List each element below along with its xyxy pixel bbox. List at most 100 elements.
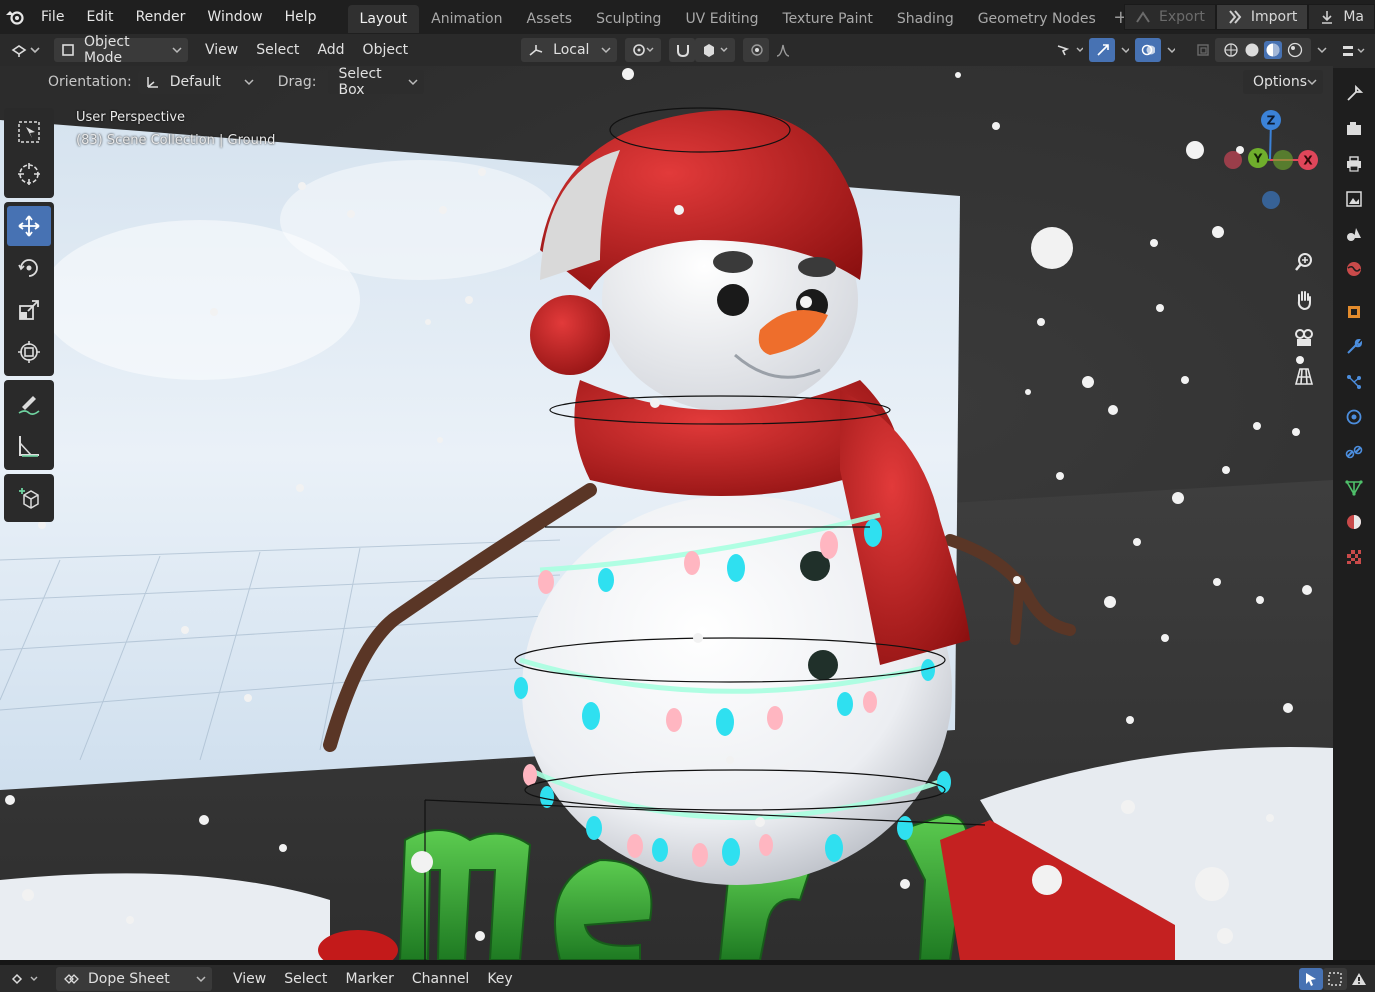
left-toolbar <box>4 108 54 526</box>
chevron-down-icon <box>244 79 254 86</box>
warning-icon <box>1352 972 1366 985</box>
tab-particles[interactable] <box>1333 364 1375 399</box>
tab-layout[interactable]: Layout <box>347 4 420 33</box>
menu-view[interactable]: View <box>196 38 247 62</box>
tab-physics[interactable] <box>1333 399 1375 434</box>
tab-shading[interactable]: Shading <box>885 5 966 33</box>
select-box-tool[interactable] <box>7 112 51 152</box>
orientation-label: Orientation: <box>48 74 132 90</box>
zoom-button[interactable] <box>1288 246 1320 278</box>
pivot-point-button[interactable] <box>625 38 662 62</box>
tab-texture-paint[interactable]: Texture Paint <box>770 5 884 33</box>
object-icon <box>1348 305 1360 318</box>
selectability-button[interactable] <box>1049 38 1089 62</box>
menu-select[interactable]: Select <box>247 38 308 62</box>
tab-assets[interactable]: Assets <box>515 5 585 33</box>
camera-view-button[interactable] <box>1288 322 1320 354</box>
rendered-shading-icon[interactable] <box>1287 42 1303 58</box>
chevron-down-icon <box>408 79 419 86</box>
snap-target-button[interactable] <box>695 38 736 62</box>
falloff-curve-icon <box>777 44 790 57</box>
dope-menu-marker[interactable]: Marker <box>336 967 402 991</box>
properties-editor-icon <box>1343 46 1365 56</box>
tab-tool[interactable] <box>1333 76 1375 111</box>
tab-texture[interactable] <box>1333 539 1375 574</box>
blender-logo-icon[interactable] <box>0 0 30 34</box>
scene-icon <box>1347 227 1361 241</box>
overlay-dropdown[interactable] <box>1161 38 1181 62</box>
tab-sculpting[interactable]: Sculpting <box>584 5 673 33</box>
object-mode-dropdown[interactable]: Object Mode <box>54 34 188 66</box>
select-mode-button[interactable] <box>1299 967 1323 990</box>
axis-gizmo[interactable]: Z X Y <box>1215 110 1325 220</box>
gizmo-dropdown[interactable] <box>1115 38 1135 62</box>
scale-tool[interactable] <box>7 290 51 330</box>
tab-render[interactable] <box>1333 111 1375 146</box>
warning-button[interactable] <box>1347 968 1371 990</box>
menu-render[interactable]: Render <box>125 0 197 34</box>
proportional-edit-button[interactable] <box>743 38 770 62</box>
tab-animation[interactable]: Animation <box>419 5 514 33</box>
properties-editor-button[interactable] <box>1333 34 1375 68</box>
wireframe-shading-icon[interactable] <box>1223 42 1239 58</box>
export-button[interactable]: Export <box>1124 4 1216 30</box>
tab-constraints[interactable] <box>1333 434 1375 469</box>
chevron-down-icon <box>1167 47 1175 54</box>
menu-add[interactable]: Add <box>308 38 353 62</box>
ortho-toggle-button[interactable] <box>1288 360 1320 392</box>
3d-viewport[interactable]: User Perspective (83) Scene Collection |… <box>0 34 1333 960</box>
camera-icon <box>1295 329 1313 346</box>
tab-modifiers[interactable] <box>1333 329 1375 364</box>
gizmo-toggle-button[interactable] <box>1089 38 1115 62</box>
import-button[interactable]: Import <box>1215 4 1309 30</box>
add-cube-tool[interactable] <box>7 478 51 518</box>
workspace-tab-truncated[interactable]: Ma <box>1308 4 1375 30</box>
cursor-arrow-icon <box>1306 972 1316 986</box>
menu-file[interactable]: File <box>30 0 75 34</box>
transform-tool[interactable] <box>7 332 51 372</box>
dope-menu-view[interactable]: View <box>224 967 275 991</box>
snap-cube-icon <box>704 44 728 57</box>
options-dropdown[interactable]: Options <box>1243 70 1323 94</box>
cursor-tool[interactable] <box>7 154 51 194</box>
menu-help[interactable]: Help <box>274 0 328 34</box>
menu-window[interactable]: Window <box>196 0 273 34</box>
dope-sheet-editor-type-button[interactable] <box>4 967 46 991</box>
shading-dropdown[interactable] <box>1311 38 1333 62</box>
tab-geometry-nodes[interactable]: Geometry Nodes <box>966 5 1108 33</box>
dope-menu-channel[interactable]: Channel <box>403 967 478 991</box>
dope-menu-select[interactable]: Select <box>275 967 336 991</box>
orientation-dropdown[interactable]: Default <box>137 70 260 94</box>
solid-shading-icon[interactable] <box>1244 42 1260 58</box>
xray-toggle-button[interactable] <box>1189 38 1215 62</box>
tab-view-layer[interactable] <box>1333 181 1375 216</box>
tab-scene[interactable] <box>1333 216 1375 251</box>
tab-data[interactable] <box>1333 469 1375 504</box>
rotate-tool[interactable] <box>7 248 51 288</box>
tab-world[interactable] <box>1333 251 1375 286</box>
measure-tool[interactable] <box>7 426 51 466</box>
dope-menu-key[interactable]: Key <box>478 967 521 991</box>
object-mode-icon <box>62 44 74 56</box>
dope-sheet-mode-dropdown[interactable]: Dope Sheet <box>56 966 212 991</box>
snap-toggle-button[interactable] <box>669 38 696 62</box>
tab-object[interactable] <box>1333 294 1375 329</box>
move-tool[interactable] <box>7 206 51 246</box>
falloff-button[interactable] <box>769 38 799 62</box>
tab-output[interactable] <box>1333 146 1375 181</box>
box-select-button[interactable] <box>1323 967 1347 990</box>
pan-button[interactable] <box>1288 284 1320 316</box>
tab-material[interactable] <box>1333 504 1375 539</box>
chevron-down-icon <box>1317 47 1327 54</box>
move-icon <box>18 215 40 237</box>
menu-edit[interactable]: Edit <box>75 0 124 34</box>
editor-type-button[interactable] <box>4 38 46 62</box>
material-shading-icon[interactable] <box>1264 41 1283 59</box>
menu-object[interactable]: Object <box>354 38 418 62</box>
transform-orientation-dropdown[interactable]: Local <box>521 38 618 62</box>
tab-uv-editing[interactable]: UV Editing <box>673 5 770 33</box>
overlay-toggle-button[interactable] <box>1135 38 1161 62</box>
gizmo-x-label: X <box>1303 154 1313 168</box>
drag-dropdown[interactable]: Select Box <box>328 66 425 98</box>
annotate-tool[interactable] <box>7 384 51 424</box>
